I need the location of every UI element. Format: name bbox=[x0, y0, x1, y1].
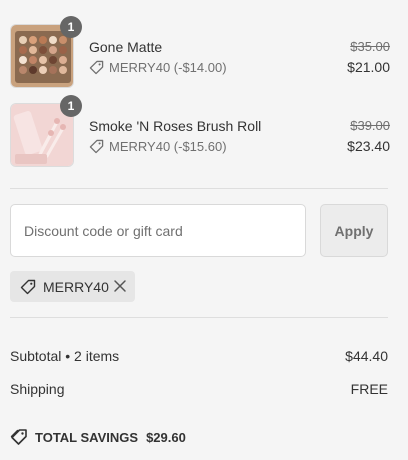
product-name: Smoke 'N Roses Brush Roll bbox=[89, 118, 262, 134]
tag-icon bbox=[20, 279, 36, 294]
item-discount: MERRY40 (-$15.60) bbox=[89, 139, 227, 154]
apply-button[interactable]: Apply bbox=[320, 204, 388, 257]
shipping-label: Shipping bbox=[10, 381, 65, 397]
final-price: $21.00 bbox=[347, 59, 390, 75]
order-summary: 1 Gone Matte MERRY40 (-$14.00) $35.00 $2… bbox=[0, 0, 408, 460]
subtotal-value: $44.40 bbox=[345, 348, 388, 364]
original-price: $35.00 bbox=[350, 39, 390, 54]
discount-code-input[interactable] bbox=[10, 204, 306, 257]
product-name: Gone Matte bbox=[89, 39, 163, 55]
tag-icon bbox=[89, 60, 104, 75]
item-discount: MERRY40 (-$14.00) bbox=[89, 60, 227, 75]
item-discount-text: MERRY40 (-$14.00) bbox=[109, 60, 227, 75]
total-savings: TOTAL SAVINGS $29.60 bbox=[10, 428, 186, 446]
tag-icon bbox=[89, 139, 104, 154]
divider bbox=[10, 188, 388, 189]
final-price: $23.40 bbox=[347, 138, 390, 154]
original-price: $39.00 bbox=[350, 118, 390, 133]
savings-label: TOTAL SAVINGS bbox=[35, 429, 139, 445]
subtotal-label: Subtotal • 2 items bbox=[10, 348, 120, 364]
close-icon[interactable] bbox=[113, 279, 127, 293]
tag-icon bbox=[10, 429, 27, 445]
item-discount-text: MERRY40 (-$15.60) bbox=[109, 139, 227, 154]
shipping-value: FREE bbox=[350, 381, 388, 397]
quantity-badge: 1 bbox=[60, 16, 82, 38]
divider bbox=[10, 317, 388, 318]
applied-code-label: MERRY40 bbox=[43, 278, 109, 295]
applied-code-chip: MERRY40 bbox=[10, 271, 135, 302]
line-item: 1 Gone Matte MERRY40 (-$14.00) $35.00 $2… bbox=[10, 16, 390, 88]
savings-value: $29.60 bbox=[146, 429, 186, 445]
line-item: 1 Smoke 'N Roses Brush Roll MERRY40 (-$1… bbox=[10, 95, 390, 167]
quantity-badge: 1 bbox=[60, 95, 82, 117]
